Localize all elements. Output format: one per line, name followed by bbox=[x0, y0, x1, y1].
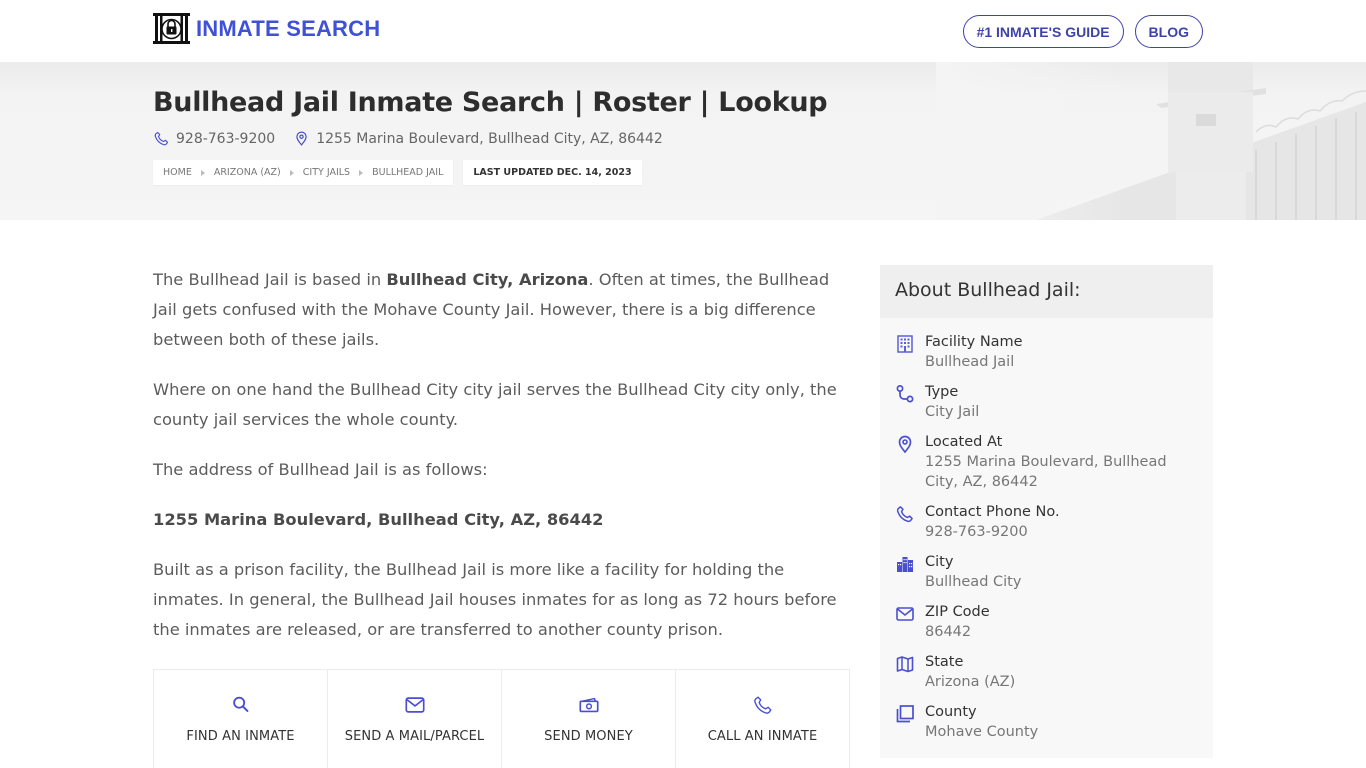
hero-banner: Bullhead Jail Inmate Search | Roster | L… bbox=[0, 62, 1366, 220]
detail-value: Bullhead Jail bbox=[925, 354, 1015, 370]
detail-value: 86442 bbox=[925, 624, 972, 640]
detail-label: Facility Name bbox=[925, 334, 1023, 350]
phone-icon bbox=[752, 670, 774, 716]
mail-icon bbox=[404, 670, 426, 716]
detail-label: Located At bbox=[925, 434, 1003, 450]
facility-details: Facility Name Bullhead Jail Type City Ja… bbox=[880, 318, 1213, 742]
detail-label: County bbox=[925, 704, 977, 720]
breadcrumb-separator-icon bbox=[289, 169, 294, 176]
hero-address: 1255 Marina Boulevard, Bullhead City, AZ… bbox=[316, 130, 663, 147]
money-icon bbox=[578, 670, 600, 716]
hero-phone[interactable]: 928-763-9200 bbox=[176, 131, 275, 147]
about-sidebar: About Bullhead Jail: Facility Name Bullh… bbox=[880, 265, 1213, 758]
contact-line: 928-763-9200 1255 Marina Boulevard, Bull… bbox=[153, 130, 663, 147]
last-updated-text: LAST UPDATED DEC. 14, 2023 bbox=[473, 167, 632, 178]
prison-tower-illustration bbox=[936, 62, 1366, 220]
breadcrumb-arizona[interactable]: ARIZONA (AZ) bbox=[214, 167, 281, 178]
map-icon bbox=[895, 652, 925, 692]
last-updated-badge: LAST UPDATED DEC. 14, 2023 bbox=[463, 160, 642, 185]
inmates-guide-button[interactable]: #1 INMATE'S GUIDE bbox=[962, 15, 1124, 48]
sidebar-title: About Bullhead Jail: bbox=[880, 265, 1213, 318]
send-mail-button[interactable]: SEND A MAIL/PARCEL bbox=[328, 670, 502, 768]
bold-location: Bullhead City, Arizona bbox=[386, 270, 589, 289]
find-inmate-button[interactable]: FIND AN INMATE bbox=[154, 670, 328, 768]
detail-facility-name: Facility Name Bullhead Jail bbox=[895, 332, 1198, 372]
city-icon bbox=[895, 552, 925, 592]
paragraph-facility: Built as a prison facility, the Bullhead… bbox=[153, 560, 837, 639]
breadcrumb-separator-icon bbox=[200, 169, 205, 176]
detail-label: City bbox=[925, 554, 954, 570]
action-label: FIND AN INMATE bbox=[186, 729, 295, 744]
detail-location: Located At 1255 Marina Boulevard, Bullhe… bbox=[895, 432, 1198, 492]
phone-icon bbox=[895, 502, 925, 542]
detail-value[interactable]: 928-763-9200 bbox=[925, 522, 1060, 542]
top-navbar: INMATE SEARCH #1 INMATE'S GUIDE BLOG bbox=[0, 0, 1366, 62]
breadcrumb: HOME ARIZONA (AZ) CITY JAILS BULLHEAD JA… bbox=[153, 160, 454, 185]
paragraph-address-intro: The address of Bullhead Jail is as follo… bbox=[153, 460, 488, 479]
breadcrumb-home[interactable]: HOME bbox=[163, 167, 192, 178]
route-icon bbox=[895, 382, 925, 422]
brand-name: INMATE SEARCH bbox=[196, 15, 381, 41]
page-title: Bullhead Jail Inmate Search | Roster | L… bbox=[153, 87, 828, 118]
main-nav: #1 INMATE'S GUIDE BLOG bbox=[962, 15, 1203, 48]
paragraph-address: 1255 Marina Boulevard, Bullhead City, AZ… bbox=[153, 505, 853, 535]
detail-value: 1255 Marina Boulevard, Bullhead City, AZ… bbox=[925, 454, 1167, 490]
breadcrumb-row: HOME ARIZONA (AZ) CITY JAILS BULLHEAD JA… bbox=[153, 160, 642, 185]
brand-link[interactable]: INMATE SEARCH bbox=[153, 13, 380, 44]
detail-value: Arizona (AZ) bbox=[925, 674, 1016, 690]
detail-state: State Arizona (AZ) bbox=[895, 652, 1198, 692]
breadcrumb-bullhead-jail[interactable]: BULLHEAD JAIL bbox=[372, 167, 443, 178]
paragraph-jurisdiction: Where on one hand the Bullhead City city… bbox=[153, 380, 837, 429]
detail-phone: Contact Phone No. 928-763-9200 bbox=[895, 502, 1198, 542]
paragraph-intro: The Bullhead Jail is based in Bullhead C… bbox=[153, 265, 853, 355]
detail-value: City Jail bbox=[925, 404, 980, 420]
breadcrumb-city-jails[interactable]: CITY JAILS bbox=[303, 167, 350, 178]
bold-address: 1255 Marina Boulevard, Bullhead City, AZ… bbox=[153, 510, 604, 529]
blog-button[interactable]: BLOG bbox=[1134, 15, 1203, 48]
detail-value: Bullhead City bbox=[925, 574, 1022, 590]
envelope-icon bbox=[895, 602, 925, 642]
detail-zip: ZIP Code 86442 bbox=[895, 602, 1198, 642]
detail-type: Type City Jail bbox=[895, 382, 1198, 422]
article-body: The Bullhead Jail is based in Bullhead C… bbox=[153, 265, 853, 665]
detail-value: Mohave County bbox=[925, 724, 1039, 740]
copy-icon bbox=[895, 702, 925, 742]
search-icon bbox=[230, 670, 252, 716]
detail-county: County Mohave County bbox=[895, 702, 1198, 742]
breadcrumb-separator-icon bbox=[359, 169, 364, 176]
phone-icon bbox=[153, 130, 176, 147]
call-inmate-button[interactable]: CALL AN INMATE bbox=[676, 670, 849, 768]
quick-actions: FIND AN INMATE SEND A MAIL/PARCEL SEND M… bbox=[153, 669, 850, 768]
location-pin-icon bbox=[895, 432, 925, 492]
detail-label: ZIP Code bbox=[925, 604, 990, 620]
detail-label: Type bbox=[925, 384, 959, 400]
jail-lock-logo-icon bbox=[153, 13, 190, 44]
action-label: SEND A MAIL/PARCEL bbox=[344, 729, 485, 744]
text: The Bullhead Jail is based in bbox=[153, 270, 387, 289]
action-label: CALL AN INMATE bbox=[707, 729, 818, 744]
detail-label: State bbox=[925, 654, 964, 670]
detail-city: City Bullhead City bbox=[895, 552, 1198, 592]
building-icon bbox=[895, 332, 925, 372]
location-pin-icon bbox=[293, 130, 316, 147]
detail-label: Contact Phone No. bbox=[925, 504, 1060, 520]
send-money-button[interactable]: SEND MONEY bbox=[502, 670, 676, 768]
action-label: SEND MONEY bbox=[544, 729, 633, 744]
